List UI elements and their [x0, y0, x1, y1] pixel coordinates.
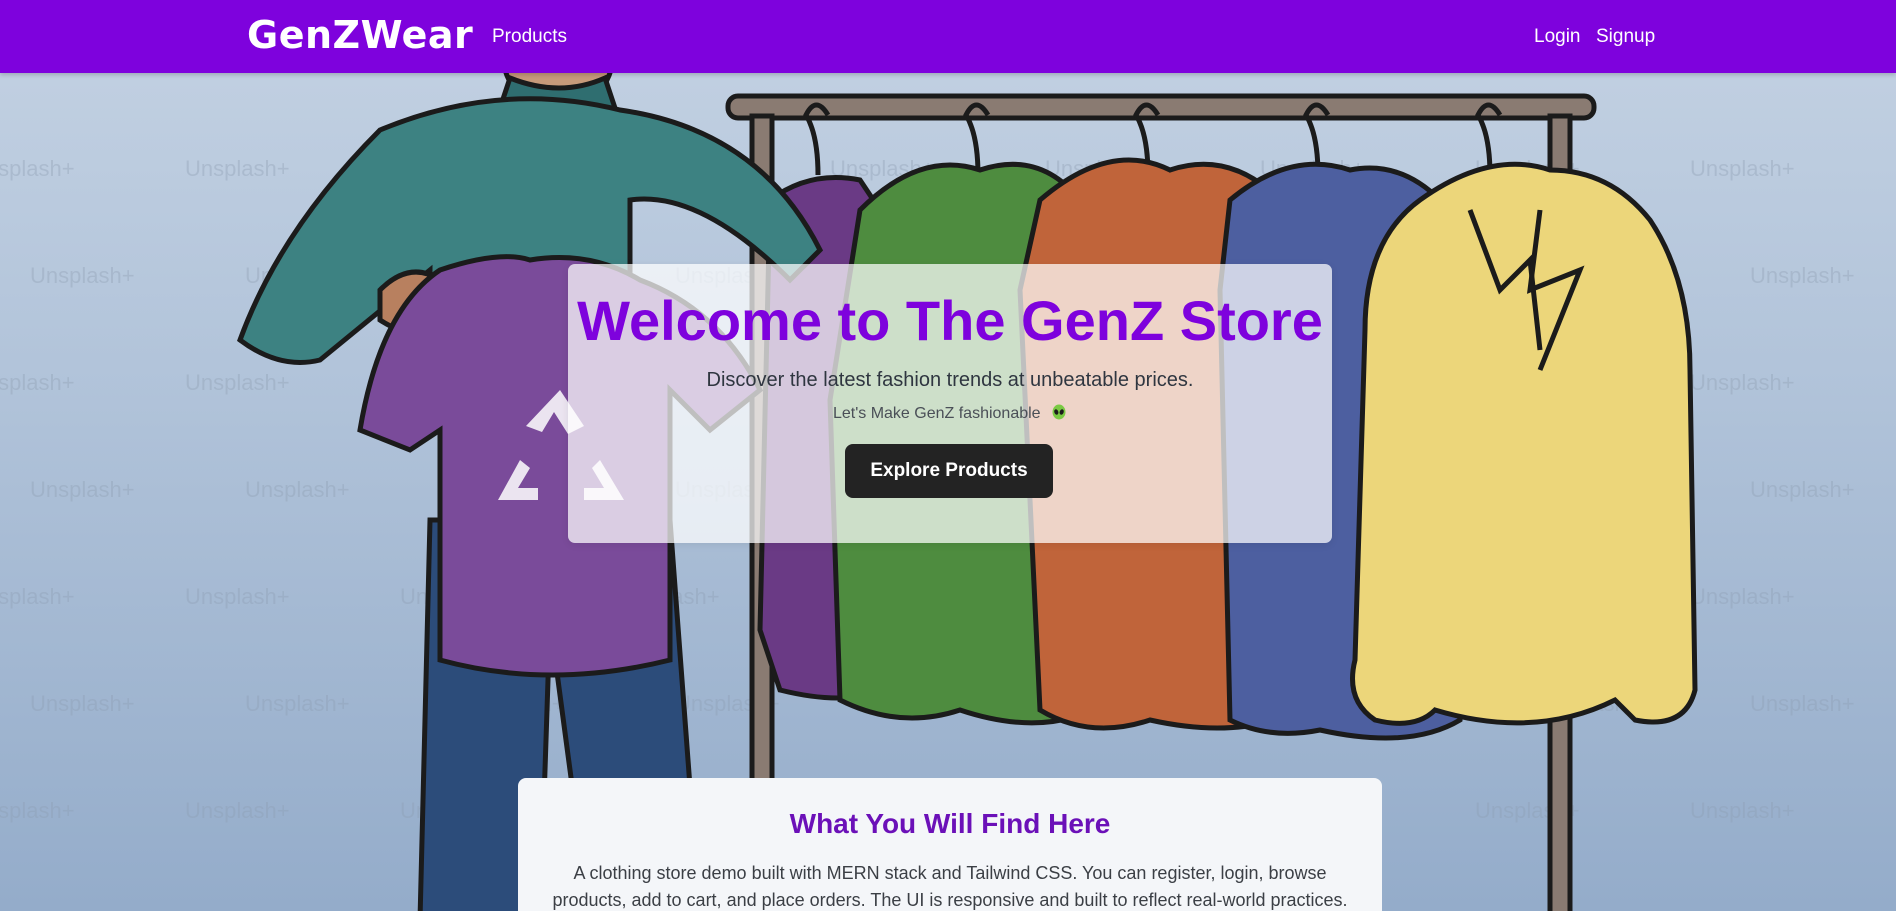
watermark-text: Unsplash+ — [1750, 691, 1855, 716]
watermark-text: Unsplash+ — [0, 798, 75, 823]
nav-login-link[interactable]: Login — [1534, 26, 1581, 48]
watermark-text: Unsplash+ — [30, 691, 135, 716]
welcome-subtitle: Discover the latest fashion trends at un… — [706, 369, 1194, 391]
nav-signup-link[interactable]: Signup — [1596, 26, 1655, 48]
watermark-text: Unsplash+ — [245, 477, 350, 502]
info-title: What You Will Find Here — [789, 808, 1111, 839]
watermark-text: Unsplash+ — [30, 263, 135, 288]
watermark-text: Unsplash+ — [185, 156, 290, 181]
watermark-text: Unsplash+ — [1690, 370, 1795, 395]
explore-products-button[interactable]: Explore Products — [845, 444, 1053, 498]
watermark-text: Unsplash+ — [185, 370, 290, 395]
watermark-text: Unsplash+ — [30, 477, 135, 502]
welcome-tagline-row: Let's Make GenZ fashionable — [568, 404, 1332, 423]
watermark-text: Unsplash+ — [185, 798, 290, 823]
brand-logo[interactable]: GenZWear — [247, 13, 473, 57]
info-body: A clothing store demo built with MERN st… — [552, 863, 1348, 910]
watermark-text: Unsplash+ — [1690, 156, 1795, 181]
welcome-card: Welcome to The GenZ Store Discover the l… — [568, 264, 1332, 543]
welcome-tagline: Let's Make GenZ fashionable — [832, 405, 1041, 422]
watermark-text: Unsplash+ — [0, 156, 75, 181]
watermark-text: Unsplash+ — [1750, 477, 1855, 502]
watermark-text: Unsplash+ — [1690, 584, 1795, 609]
info-card: What You Will Find Here A clothing store… — [518, 778, 1382, 911]
alien-emoji-icon — [1052, 404, 1066, 420]
welcome-title: Welcome to The GenZ Store — [577, 289, 1323, 352]
watermark-text: Unsplash+ — [0, 370, 75, 395]
watermark-text: Unsplash+ — [245, 691, 350, 716]
watermark-text: Unsplash+ — [185, 584, 290, 609]
watermark-text: Unsplash+ — [1690, 798, 1795, 823]
nav-products-link[interactable]: Products — [492, 26, 567, 48]
watermark-text: Unsplash+ — [0, 584, 75, 609]
top-navbar: GenZWear Products Login Signup — [0, 0, 1896, 73]
yellow-blazer — [1350, 161, 1698, 726]
watermark-text: Unsplash+ — [1750, 263, 1855, 288]
